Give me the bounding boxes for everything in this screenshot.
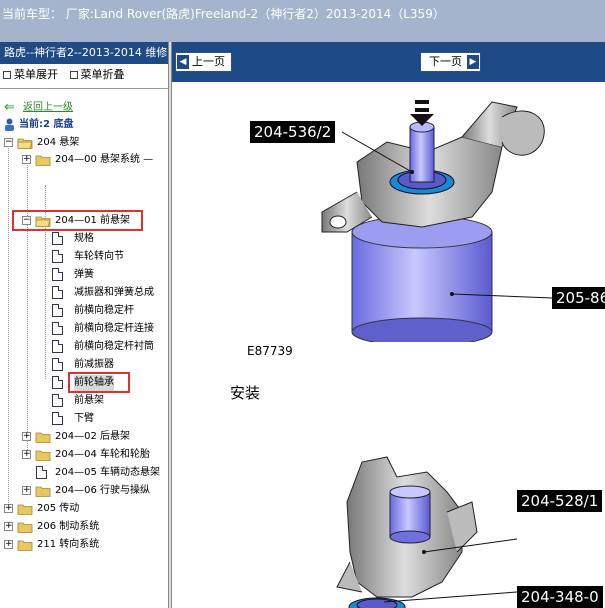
menu-expand-button[interactable]: 菜单展开 [3,68,58,81]
expand-icon[interactable]: + [4,504,13,513]
document-icon [52,304,63,317]
vehicle-model-title: 当前车型： 厂家:Land Rover(路虎)Freeland-2（神行者2）2… [2,7,445,21]
highlight-box-front-wheel-bearing [68,372,130,393]
sidebar-header: 路虎--神行者2--2013-2014 维修 [0,42,168,64]
expand-icon[interactable]: + [22,432,31,441]
document-icon [52,394,63,407]
folder-icon [35,154,51,166]
folder-icon [35,431,51,443]
wheel-bearing-press-illustration [336,456,518,608]
arrow-left-icon: ◀ [177,55,189,69]
folder-icon [17,539,33,551]
tool-callout-4: 204-348-0 [517,586,603,608]
expand-icon[interactable]: + [4,540,13,549]
expand-icon[interactable]: + [22,155,31,164]
document-icon [52,376,63,389]
menu-collapse-button[interactable]: 菜单折叠 [69,68,125,81]
folder-icon [35,449,51,461]
document-icon [52,286,63,299]
page-nav-bar: ◀ 上一页 下一页 ▶ [172,42,605,82]
document-icon [52,322,63,335]
install-heading: 安装 [230,384,261,402]
tool-callout-2: 205-86 [552,287,605,309]
person-icon [4,118,15,131]
arrow-right-icon: ▶ [467,55,479,69]
figure-code: E87739 [247,344,293,358]
tree-guide [27,160,28,452]
document-icon [52,268,63,281]
menu-toolbar: 菜单展开 菜单折叠 [0,64,168,86]
folder-icon [35,485,51,497]
document-icon [36,466,47,479]
folder-icon [17,521,33,533]
expand-icon[interactable]: + [4,522,13,531]
open-folder-icon [17,137,33,149]
tree-guide [8,143,9,503]
collapse-icon[interactable]: − [4,138,13,147]
folder-icon [17,503,33,515]
tool-callout-3: 204-528/1 [517,490,603,512]
prev-page-button[interactable]: ◀ 上一页 [175,52,232,72]
content-pane: ◀ 上一页 下一页 ▶ 204-536/2 205-86 E87739 安装 2… [172,42,605,608]
collapse-square-icon [69,71,78,79]
expand-icon[interactable]: + [22,486,31,495]
sidebar: 路虎--神行者2--2013-2014 维修 菜单展开 菜单折叠 ⇐ 返回上一级… [0,42,168,608]
next-page-button[interactable]: 下一页 ▶ [420,52,481,72]
highlight-box-front-suspension [12,210,143,231]
expand-square-icon [3,71,11,79]
back-arrow-icon: ⇐ [4,100,15,115]
document-icon [52,232,63,245]
document-icon [52,412,63,425]
sidebar-divider [0,88,168,89]
document-icon [52,250,63,263]
window-titlebar: 当前车型： 厂家:Land Rover(路虎)Freeland-2（神行者2）2… [0,0,605,42]
document-icon [52,340,63,353]
wheel-bearing-install-illustration [321,100,553,342]
document-icon [52,358,63,371]
expand-icon[interactable]: + [22,450,31,459]
tool-callout-1: 204-536/2 [250,121,336,143]
